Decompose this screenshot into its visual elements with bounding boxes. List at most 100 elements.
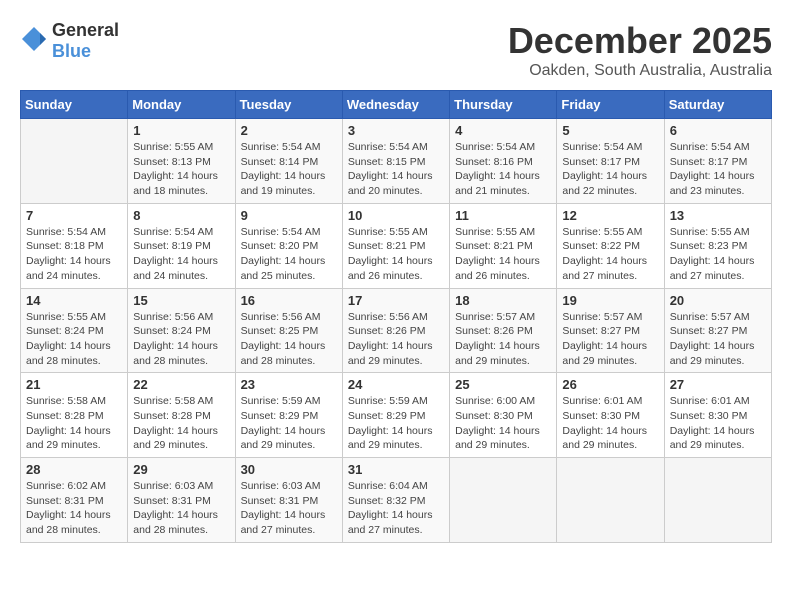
calendar-day-cell: 6 Sunrise: 5:54 AM Sunset: 8:17 PM Daylig… [664,119,771,204]
day-info: Sunrise: 5:58 AM Sunset: 8:28 PM Dayligh… [26,394,122,453]
day-number: 25 [455,377,551,392]
day-number: 15 [133,293,229,308]
calendar-week-row: 28 Sunrise: 6:02 AM Sunset: 8:31 PM Dayli… [21,458,772,543]
calendar-day-cell: 12Sunrise: 5:55 AM Sunset: 8:22 PM Dayli… [557,203,664,288]
day-number: 9 [241,208,337,223]
day-info: Sunrise: 5:55 AM Sunset: 8:13 PM Dayligh… [133,140,229,199]
day-info: Sunrise: 6:01 AM Sunset: 8:30 PM Dayligh… [670,394,766,453]
calendar-day-cell: 31 Sunrise: 6:04 AM Sunset: 8:32 PM Dayli… [342,458,449,543]
calendar-day-cell: 5 Sunrise: 5:54 AM Sunset: 8:17 PM Daylig… [557,119,664,204]
day-number: 24 [348,377,444,392]
day-number: 31 [348,462,444,477]
day-info: Sunrise: 5:55 AM Sunset: 8:23 PM Dayligh… [670,225,766,284]
day-info: Sunrise: 5:54 AM Sunset: 8:17 PM Dayligh… [670,140,766,199]
weekday-header: Thursday [450,91,557,119]
day-info: Sunrise: 5:54 AM Sunset: 8:18 PM Dayligh… [26,225,122,284]
page-header: General Blue December 2025 Oakden, South… [20,20,772,80]
weekday-header: Friday [557,91,664,119]
day-info: Sunrise: 5:54 AM Sunset: 8:19 PM Dayligh… [133,225,229,284]
calendar-day-cell: 11 Sunrise: 5:55 AM Sunset: 8:21 PM Dayli… [450,203,557,288]
weekday-header: Saturday [664,91,771,119]
day-number: 8 [133,208,229,223]
calendar-day-cell: 30 Sunrise: 6:03 AM Sunset: 8:31 PM Dayli… [235,458,342,543]
weekday-header-row: SundayMondayTuesdayWednesdayThursdayFrid… [21,91,772,119]
calendar-day-cell: 15 Sunrise: 5:56 AM Sunset: 8:24 PM Dayli… [128,288,235,373]
day-info: Sunrise: 6:02 AM Sunset: 8:31 PM Dayligh… [26,479,122,538]
calendar-day-cell: 25 Sunrise: 6:00 AM Sunset: 8:30 PM Dayli… [450,373,557,458]
day-info: Sunrise: 5:56 AM Sunset: 8:24 PM Dayligh… [133,310,229,369]
day-info: Sunrise: 5:57 AM Sunset: 8:27 PM Dayligh… [562,310,658,369]
calendar-day-cell [450,458,557,543]
day-number: 4 [455,123,551,138]
day-number: 22 [133,377,229,392]
calendar-day-cell: 26 Sunrise: 6:01 AM Sunset: 8:30 PM Dayli… [557,373,664,458]
day-info: Sunrise: 5:59 AM Sunset: 8:29 PM Dayligh… [348,394,444,453]
calendar-day-cell [21,119,128,204]
day-info: Sunrise: 5:54 AM Sunset: 8:15 PM Dayligh… [348,140,444,199]
day-info: Sunrise: 6:03 AM Sunset: 8:31 PM Dayligh… [241,479,337,538]
day-number: 3 [348,123,444,138]
logo-text: General Blue [52,20,119,62]
calendar-day-cell [557,458,664,543]
weekday-header: Sunday [21,91,128,119]
title-area: December 2025 Oakden, South Australia, A… [508,20,772,80]
day-number: 19 [562,293,658,308]
day-info: Sunrise: 5:54 AM Sunset: 8:20 PM Dayligh… [241,225,337,284]
calendar-title: December 2025 [508,20,772,62]
calendar-day-cell: 27 Sunrise: 6:01 AM Sunset: 8:30 PM Dayli… [664,373,771,458]
day-info: Sunrise: 5:58 AM Sunset: 8:28 PM Dayligh… [133,394,229,453]
calendar-day-cell: 7 Sunrise: 5:54 AM Sunset: 8:18 PM Daylig… [21,203,128,288]
day-number: 28 [26,462,122,477]
day-number: 5 [562,123,658,138]
calendar-day-cell: 21Sunrise: 5:58 AM Sunset: 8:28 PM Dayli… [21,373,128,458]
day-info: Sunrise: 6:00 AM Sunset: 8:30 PM Dayligh… [455,394,551,453]
weekday-header: Monday [128,91,235,119]
day-number: 7 [26,208,122,223]
calendar-day-cell: 28 Sunrise: 6:02 AM Sunset: 8:31 PM Dayli… [21,458,128,543]
calendar-day-cell: 23 Sunrise: 5:59 AM Sunset: 8:29 PM Dayli… [235,373,342,458]
day-number: 20 [670,293,766,308]
calendar-day-cell: 19 Sunrise: 5:57 AM Sunset: 8:27 PM Dayli… [557,288,664,373]
day-number: 26 [562,377,658,392]
day-number: 2 [241,123,337,138]
day-number: 27 [670,377,766,392]
calendar-day-cell: 29Sunrise: 6:03 AM Sunset: 8:31 PM Dayli… [128,458,235,543]
calendar-week-row: 7 Sunrise: 5:54 AM Sunset: 8:18 PM Daylig… [21,203,772,288]
weekday-header: Wednesday [342,91,449,119]
calendar-day-cell: 2 Sunrise: 5:54 AM Sunset: 8:14 PM Daylig… [235,119,342,204]
day-number: 11 [455,208,551,223]
day-info: Sunrise: 5:59 AM Sunset: 8:29 PM Dayligh… [241,394,337,453]
calendar-day-cell: 10 Sunrise: 5:55 AM Sunset: 8:21 PM Dayli… [342,203,449,288]
calendar-day-cell: 20 Sunrise: 5:57 AM Sunset: 8:27 PM Dayli… [664,288,771,373]
day-number: 12 [562,208,658,223]
calendar-day-cell: 17 Sunrise: 5:56 AM Sunset: 8:26 PM Dayli… [342,288,449,373]
day-info: Sunrise: 5:55 AM Sunset: 8:24 PM Dayligh… [26,310,122,369]
day-info: Sunrise: 5:55 AM Sunset: 8:21 PM Dayligh… [348,225,444,284]
calendar-day-cell: 1 Sunrise: 5:55 AM Sunset: 8:13 PM Daylig… [128,119,235,204]
day-number: 14 [26,293,122,308]
day-number: 1 [133,123,229,138]
day-number: 6 [670,123,766,138]
day-info: Sunrise: 6:01 AM Sunset: 8:30 PM Dayligh… [562,394,658,453]
day-info: Sunrise: 5:54 AM Sunset: 8:17 PM Dayligh… [562,140,658,199]
calendar-day-cell: 18Sunrise: 5:57 AM Sunset: 8:26 PM Dayli… [450,288,557,373]
calendar-day-cell: 4 Sunrise: 5:54 AM Sunset: 8:16 PM Daylig… [450,119,557,204]
calendar-day-cell: 3 Sunrise: 5:54 AM Sunset: 8:15 PM Daylig… [342,119,449,204]
day-info: Sunrise: 5:54 AM Sunset: 8:14 PM Dayligh… [241,140,337,199]
day-info: Sunrise: 5:56 AM Sunset: 8:26 PM Dayligh… [348,310,444,369]
day-number: 18 [455,293,551,308]
day-number: 16 [241,293,337,308]
day-number: 17 [348,293,444,308]
calendar-day-cell: 16Sunrise: 5:56 AM Sunset: 8:25 PM Dayli… [235,288,342,373]
day-number: 30 [241,462,337,477]
day-number: 13 [670,208,766,223]
day-info: Sunrise: 6:03 AM Sunset: 8:31 PM Dayligh… [133,479,229,538]
day-info: Sunrise: 5:57 AM Sunset: 8:27 PM Dayligh… [670,310,766,369]
calendar-day-cell: 14 Sunrise: 5:55 AM Sunset: 8:24 PM Dayli… [21,288,128,373]
logo-icon [20,25,48,58]
day-number: 23 [241,377,337,392]
day-number: 10 [348,208,444,223]
day-info: Sunrise: 5:54 AM Sunset: 8:16 PM Dayligh… [455,140,551,199]
day-info: Sunrise: 6:04 AM Sunset: 8:32 PM Dayligh… [348,479,444,538]
day-info: Sunrise: 5:55 AM Sunset: 8:21 PM Dayligh… [455,225,551,284]
